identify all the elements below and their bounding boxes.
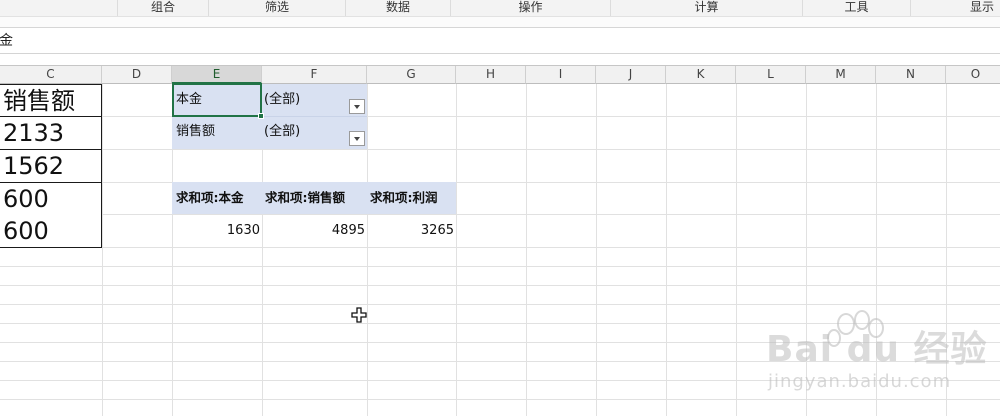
ribbon-group-filter: 筛选 bbox=[208, 0, 345, 16]
grid-line bbox=[666, 84, 667, 416]
column-header-c[interactable]: C bbox=[0, 66, 102, 84]
source-value-cell[interactable]: 600 bbox=[0, 215, 102, 248]
grid-line bbox=[0, 266, 1000, 267]
source-value-cell[interactable]: 2133 bbox=[0, 117, 102, 150]
grid-line bbox=[0, 285, 1000, 286]
source-value-cell[interactable]: 1562 bbox=[0, 150, 102, 183]
column-header-i[interactable]: I bbox=[526, 66, 596, 84]
column-header-k[interactable]: K bbox=[666, 66, 736, 84]
pivot-total-cell[interactable]: 1630 bbox=[176, 223, 260, 239]
grid-line bbox=[736, 84, 737, 416]
fill-handle[interactable] bbox=[258, 113, 264, 119]
ribbon-group-actions: 操作 bbox=[450, 0, 610, 16]
grid-line bbox=[102, 84, 103, 416]
column-header-l[interactable]: L bbox=[736, 66, 806, 84]
ribbon-group-labels: 组合 筛选 数据 操作 计算 工具 显示 bbox=[0, 0, 1000, 16]
pivot-total-cell[interactable]: 3265 bbox=[370, 223, 454, 239]
watermark-brand: Bai du 经验 bbox=[766, 329, 988, 370]
pivot-filter-value[interactable]: (全部) bbox=[264, 92, 300, 108]
column-header-m[interactable]: M bbox=[806, 66, 876, 84]
ribbon-group-data: 数据 bbox=[345, 0, 450, 16]
pivot-filter-value[interactable]: (全部) bbox=[264, 124, 300, 140]
column-header-n[interactable]: N bbox=[876, 66, 946, 84]
ribbon-group-show: 显示 bbox=[910, 0, 1000, 16]
pivot-total-cell[interactable]: 4895 bbox=[266, 223, 365, 239]
grid-line bbox=[0, 149, 1000, 150]
column-header-e[interactable]: E bbox=[172, 66, 262, 84]
column-header-h[interactable]: H bbox=[456, 66, 526, 84]
grid-line bbox=[0, 182, 1000, 183]
grid-line bbox=[596, 84, 597, 416]
grid-line bbox=[0, 214, 1000, 215]
formula-bar[interactable]: 金 bbox=[0, 28, 1000, 54]
grid-line bbox=[456, 84, 457, 416]
grid-line bbox=[367, 84, 368, 416]
pivot-value-header[interactable]: 求和项:利润 bbox=[370, 190, 438, 206]
column-header-d[interactable]: D bbox=[102, 66, 172, 84]
ribbon-group-tools: 工具 bbox=[802, 0, 910, 16]
column-header-f[interactable]: F bbox=[262, 66, 367, 84]
column-header-j[interactable]: J bbox=[596, 66, 666, 84]
ribbon-separator bbox=[0, 16, 1000, 28]
ribbon-group-group: 组合 bbox=[117, 0, 208, 16]
formula-bar-content[interactable]: 金 bbox=[0, 32, 13, 50]
pivot-filter-dropdown-icon[interactable] bbox=[349, 99, 365, 114]
active-cell-selection[interactable] bbox=[172, 83, 262, 117]
ribbon-group-calculations: 计算 bbox=[610, 0, 802, 16]
source-value-cell[interactable]: 600 bbox=[0, 183, 102, 216]
pivot-value-header[interactable]: 求和项:销售额 bbox=[265, 190, 345, 206]
cell-cursor-icon bbox=[351, 307, 367, 323]
pivot-filter-field-label: 销售额 bbox=[176, 124, 216, 139]
column-header-o[interactable]: O bbox=[946, 66, 1000, 84]
pivot-value-header[interactable]: 求和项:本金 bbox=[176, 190, 244, 206]
column-header-g[interactable]: G bbox=[367, 66, 456, 84]
grid-line bbox=[0, 304, 1000, 305]
source-header-cell[interactable]: 销售额 bbox=[0, 84, 102, 117]
grid-line bbox=[526, 84, 527, 416]
formula-bar-separator bbox=[0, 54, 1000, 66]
grid-line bbox=[0, 247, 1000, 248]
pivot-filter-dropdown-icon[interactable] bbox=[349, 131, 365, 146]
grid-line bbox=[0, 116, 1000, 117]
watermark-url: jingyan.baidu.com bbox=[768, 371, 952, 392]
